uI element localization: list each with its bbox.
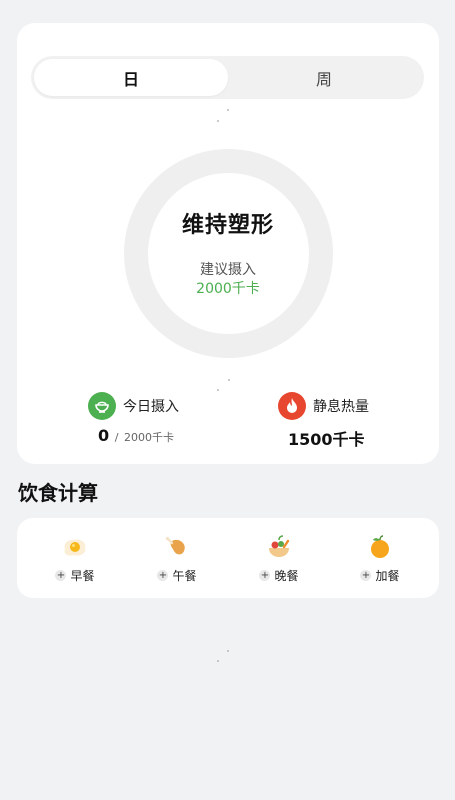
plus-icon: + <box>360 570 372 581</box>
meal-snack[interactable]: + 加餐 <box>350 534 410 584</box>
resting-label: 静息热量 <box>313 399 369 415</box>
meal-lunch-label: 午餐 <box>172 569 197 583</box>
intake-value-group: 0 / 2000千卡 <box>98 426 174 445</box>
chicken-leg-icon <box>165 536 185 555</box>
intake-separator: / <box>114 431 119 444</box>
meal-breakfast-label: 早餐 <box>70 569 95 583</box>
plus-icon: + <box>259 570 271 581</box>
intake-target: 2000千卡 <box>124 431 175 444</box>
rice-bowl-icon <box>88 392 116 420</box>
calorie-card: 日 周 维持塑形 建议摄入 2000千卡 今日摄入 0 / 2000千卡 静息热… <box>17 23 439 464</box>
plus-icon: + <box>55 570 67 581</box>
plus-icon: + <box>157 570 169 581</box>
resting-stat: 静息热量 <box>278 392 369 420</box>
decor-dot <box>227 109 229 111</box>
decor-dot <box>227 650 229 652</box>
resting-value: 1500千卡 <box>288 430 365 449</box>
suggest-label: 建议摄入 <box>200 262 256 278</box>
period-segmented-control: 日 周 <box>31 56 424 99</box>
intake-label: 今日摄入 <box>123 399 179 415</box>
calorie-ring <box>124 149 333 358</box>
meals-card: + 早餐 + 午餐 + 晚餐 + 加餐 <box>17 518 439 598</box>
intake-value: 0 <box>98 426 110 445</box>
goal-title: 维持塑形 <box>181 213 274 238</box>
intake-stat: 今日摄入 <box>88 392 179 420</box>
meal-dinner[interactable]: + 晚餐 <box>249 534 309 584</box>
meal-lunch[interactable]: + 午餐 <box>147 534 207 584</box>
decor-dot <box>217 389 219 391</box>
section-title: 饮食计算 <box>18 481 98 505</box>
meal-snack-label: 加餐 <box>375 569 400 583</box>
decor-dot <box>217 660 219 662</box>
tab-week[interactable]: 周 <box>227 59 421 96</box>
suggest-value: 2000千卡 <box>196 281 260 297</box>
decor-dot <box>228 379 230 381</box>
fried-egg-icon <box>64 539 86 556</box>
meal-breakfast[interactable]: + 早餐 <box>45 534 105 584</box>
orange-icon <box>371 535 389 558</box>
tab-day[interactable]: 日 <box>34 59 228 96</box>
salad-bowl-icon <box>269 535 290 557</box>
flame-icon <box>278 392 306 420</box>
decor-dot <box>217 120 219 122</box>
meal-dinner-label: 晚餐 <box>274 569 299 583</box>
